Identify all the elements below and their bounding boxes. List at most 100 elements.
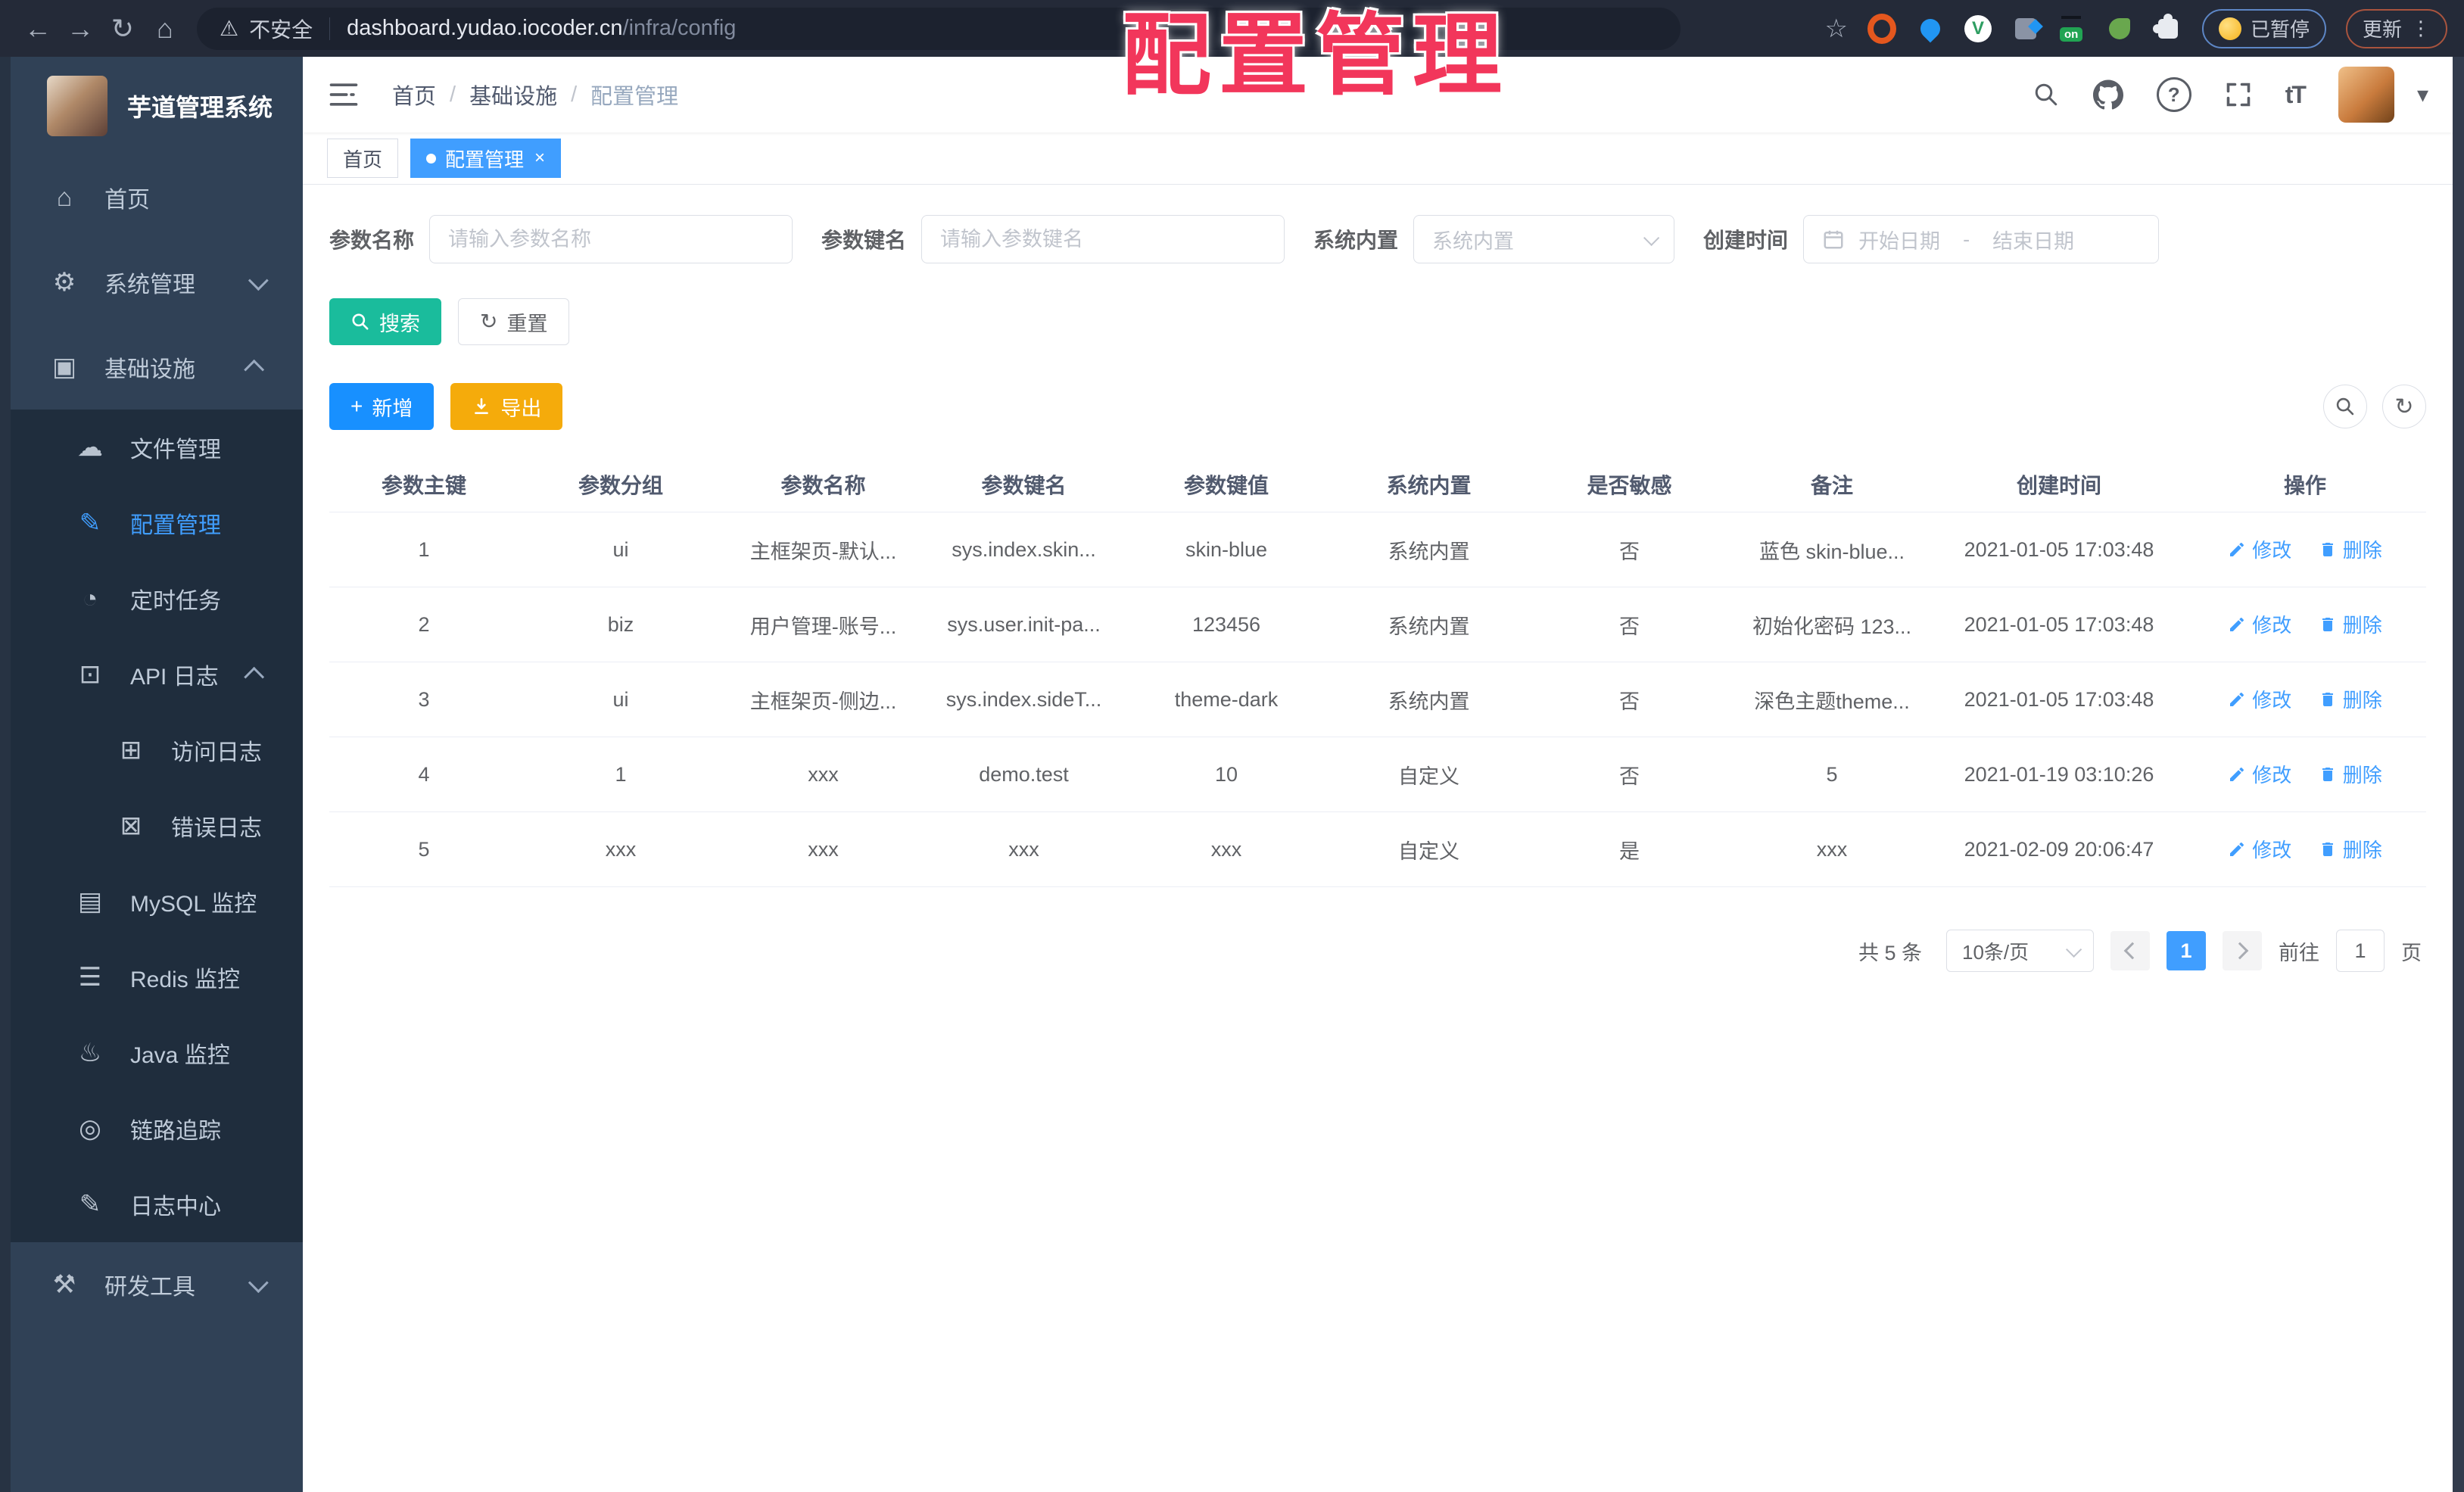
sidebar-item-home[interactable]: ⌂ 首页 xyxy=(0,155,303,240)
param-key-input[interactable] xyxy=(921,215,1285,263)
delete-link[interactable]: 删除 xyxy=(2319,835,2382,863)
tag-config-mgmt[interactable]: 配置管理 × xyxy=(410,139,562,178)
export-button[interactable]: 导出 xyxy=(450,383,563,430)
sidebar-item-java-monitor[interactable]: ♨ Java 监控 xyxy=(0,1015,303,1091)
search-button[interactable]: 搜索 xyxy=(329,298,441,345)
extension-sprout-icon[interactable] xyxy=(2105,14,2134,43)
delete-link[interactable]: 删除 xyxy=(2319,610,2382,638)
search-icon[interactable] xyxy=(2033,81,2060,108)
profile-paused-badge[interactable]: 已暂停 xyxy=(2201,8,2326,48)
github-icon[interactable] xyxy=(2092,79,2123,110)
update-label: 更新 xyxy=(2362,18,2402,41)
extension-ring-icon[interactable] xyxy=(1867,13,1896,44)
home-icon: ⌂ xyxy=(56,182,73,212)
avatar-caret-icon[interactable]: ▾ xyxy=(2417,82,2428,108)
app-logo-row[interactable]: 芋道管理系统 xyxy=(0,57,303,155)
chevron-left-icon xyxy=(2123,942,2142,960)
tag-home[interactable]: 首页 xyxy=(327,139,399,178)
toolbar-row: + 新增 导出 ↻ xyxy=(329,383,2426,430)
extension-vue-devtools-icon[interactable]: V xyxy=(1964,14,1992,42)
sidebar-item-config-mgmt[interactable]: ✎ 配置管理 xyxy=(0,485,303,561)
extension-blocks-icon[interactable] xyxy=(2011,14,2040,43)
col-param-key: 参数键名 xyxy=(924,457,1124,512)
toggle-search-button[interactable] xyxy=(2323,385,2367,428)
plus-icon: + xyxy=(350,394,363,418)
sidebar-item-api-logs[interactable]: ⊡ API 日志 xyxy=(0,637,303,712)
page-size-select[interactable]: 10条/页 xyxy=(1946,930,2094,972)
edit-link[interactable]: 修改 xyxy=(2228,610,2291,638)
date-range-picker[interactable]: 开始日期 - 结束日期 xyxy=(1803,215,2160,263)
security-label[interactable]: 不安全 xyxy=(249,14,313,44)
active-tag-dot xyxy=(426,153,437,164)
sidebar-item-mysql-monitor[interactable]: ▤ MySQL 监控 xyxy=(0,864,303,939)
browser-update-button[interactable]: 更新 ⋮ xyxy=(2345,8,2447,48)
sidebar-item-access-logs[interactable]: ⊞ 访问日志 xyxy=(0,712,303,788)
help-icon[interactable]: ? xyxy=(2156,77,2191,112)
user-avatar[interactable] xyxy=(2338,67,2394,123)
goto-page-input[interactable] xyxy=(2336,930,2385,972)
hamburger-icon[interactable] xyxy=(327,78,360,111)
calendar-icon xyxy=(1822,228,1845,251)
builtin-select[interactable]: 系统内置 xyxy=(1413,215,1675,263)
param-name-input[interactable] xyxy=(429,215,793,263)
delete-link[interactable]: 删除 xyxy=(2319,535,2382,563)
sidebar-item-scheduled-tasks[interactable]: ◔ 定时任务 xyxy=(0,561,303,637)
fullscreen-icon[interactable] xyxy=(2225,81,2252,108)
sidebar-item-dev-tools[interactable]: ⚒ 研发工具 xyxy=(0,1242,303,1327)
browser-reload-icon[interactable]: ↻ xyxy=(101,8,144,50)
redis-icon: ☰ xyxy=(78,963,102,992)
config-table: 参数主键 参数分组 参数名称 参数键名 参数键值 系统内置 是否敏感 备注 创建… xyxy=(329,457,2426,887)
sidebar-item-error-logs[interactable]: ⊠ 错误日志 xyxy=(0,788,303,864)
eye-icon: ◎ xyxy=(79,1114,101,1143)
sidebar-item-system-mgmt[interactable]: ⚙ 系统管理 xyxy=(0,240,303,325)
browser-home-icon[interactable]: ⌂ xyxy=(144,8,186,50)
sidebar-item-log-center[interactable]: ✎ 日志中心 xyxy=(0,1167,303,1242)
delete-link[interactable]: 删除 xyxy=(2319,760,2382,788)
close-icon[interactable]: × xyxy=(534,148,545,169)
reset-button[interactable]: ↻ 重置 xyxy=(458,298,570,345)
goto-label: 前往 xyxy=(2279,941,2319,964)
breadcrumb-infrastructure[interactable]: 基础设施 xyxy=(469,79,557,111)
next-page-button[interactable] xyxy=(2223,931,2262,970)
param-key-label: 参数键名 xyxy=(821,229,907,252)
edit-link[interactable]: 修改 xyxy=(2228,535,2291,563)
sidebar-item-file-mgmt[interactable]: ☁ 文件管理 xyxy=(0,410,303,485)
app-logo-avatar xyxy=(47,76,107,136)
chevron-up-icon xyxy=(244,666,265,687)
sidebar-item-redis-monitor[interactable]: ☰ Redis 监控 xyxy=(0,939,303,1015)
address-bar[interactable]: ⚠ 不安全 dashboard.yudao.iocoder.cn /infra/… xyxy=(197,7,1681,50)
col-actions: 操作 xyxy=(2184,457,2426,512)
kebab-menu-icon[interactable]: ⋮ xyxy=(2411,17,2431,40)
edit-link[interactable]: 修改 xyxy=(2228,760,2291,788)
breadcrumb-home[interactable]: 首页 xyxy=(392,79,436,111)
breadcrumb-current: 配置管理 xyxy=(590,85,679,109)
pagination: 共 5 条 10条/页 1 前往 页 xyxy=(329,930,2426,972)
refresh-table-button[interactable]: ↻ xyxy=(2382,385,2426,428)
bookmark-star-icon[interactable]: ☆ xyxy=(1824,14,1847,44)
add-button[interactable]: + 新增 xyxy=(329,383,435,430)
chevron-up-icon xyxy=(244,359,265,380)
browser-back-icon[interactable]: ← xyxy=(17,8,59,50)
browser-forward-icon[interactable]: → xyxy=(59,8,101,50)
sidebar-item-tracing[interactable]: ◎ 链路追踪 xyxy=(0,1091,303,1167)
extensions-puzzle-icon[interactable] xyxy=(2152,13,2182,43)
delete-link[interactable]: 删除 xyxy=(2319,685,2382,713)
prev-page-button[interactable] xyxy=(2110,931,2150,970)
extension-on-badge-icon[interactable]: on xyxy=(2059,15,2086,42)
sidebar-item-infrastructure[interactable]: ▣ 基础设施 xyxy=(0,325,303,410)
edit-link[interactable]: 修改 xyxy=(2228,835,2291,863)
sidebar-rail xyxy=(0,57,11,1492)
page-scrollbar[interactable] xyxy=(2453,57,2464,1492)
font-size-icon[interactable]: tT xyxy=(2285,81,2307,109)
log-center-icon: ✎ xyxy=(79,1190,101,1219)
current-page-button[interactable]: 1 xyxy=(2167,931,2206,970)
refresh-icon: ↻ xyxy=(2394,394,2414,419)
end-date-placeholder: 结束日期 xyxy=(1992,229,2075,253)
edit-link[interactable]: 修改 xyxy=(2228,685,2291,713)
monitor-icon: ▣ xyxy=(51,353,77,382)
chevron-down-icon xyxy=(248,269,269,291)
emoji-face-icon xyxy=(2218,17,2241,40)
pagination-total: 共 5 条 xyxy=(1858,941,1922,964)
extension-pin-icon[interactable] xyxy=(1916,14,1945,43)
omnibox-divider xyxy=(329,17,331,40)
